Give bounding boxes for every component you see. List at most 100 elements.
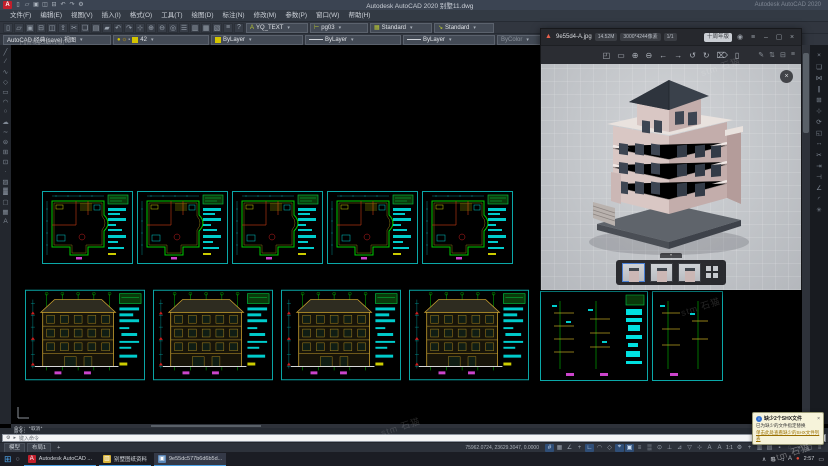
new-layout-tab-button[interactable]: + — [53, 444, 64, 452]
polyline-icon[interactable]: ∿ — [1, 67, 10, 76]
menu-item[interactable]: 工具(T) — [157, 10, 186, 21]
transparency-icon[interactable]: ▒ — [645, 444, 654, 452]
annotation-scale[interactable]: 1:1 — [725, 444, 734, 452]
circle-icon[interactable]: ○ — [1, 107, 10, 116]
edit-icon[interactable]: ✎ — [758, 51, 764, 59]
revcloud-icon[interactable]: ☁ — [1, 117, 10, 126]
layout-tab[interactable]: 布局1 — [27, 443, 51, 453]
menu-item[interactable]: 窗口(W) — [312, 10, 343, 21]
elevation-2[interactable] — [153, 289, 273, 381]
menu-item[interactable]: 格式(O) — [126, 10, 156, 21]
table-style-combo[interactable]: ▦ Standard — [370, 23, 432, 33]
zoom-window-icon[interactable]: ⊖ — [157, 23, 167, 33]
save-as-icon[interactable]: ◫ — [41, 1, 49, 9]
more-icon[interactable]: ≡ — [791, 51, 795, 59]
save-icon[interactable]: ▣ — [32, 1, 40, 9]
viewer-image-area[interactable]: × ▾ — [541, 64, 801, 290]
linetype-combo[interactable]: ByLayer — [305, 35, 401, 45]
menu-item[interactable]: 标注(N) — [219, 10, 249, 21]
task-autocad[interactable]: A Autodesk AutoCAD ... — [24, 453, 96, 466]
copy-icon[interactable]: ❏ — [815, 62, 824, 71]
elevation-4[interactable] — [409, 289, 529, 381]
new-icon[interactable]: ▯ — [3, 23, 13, 33]
erase-icon[interactable]: × — [815, 51, 824, 60]
prev-image-icon[interactable]: ← — [659, 51, 667, 60]
vertical-scrollbar-thumb[interactable] — [803, 53, 809, 133]
floor-plan-5[interactable] — [422, 191, 513, 264]
viewer-minimize-button[interactable]: – — [761, 34, 771, 41]
start-button[interactable]: ⊞ — [4, 454, 12, 465]
preview-icon[interactable]: ◫ — [47, 23, 57, 33]
floor-plan-4[interactable] — [327, 191, 418, 264]
network-icon[interactable]: ⊞ — [770, 456, 775, 463]
mirror-icon[interactable]: ⋈ — [815, 73, 824, 82]
zoom-in-icon[interactable]: ⊕ — [632, 51, 639, 60]
viewer-title-bar[interactable]: ▲ 9e55d4-A.jpg 14.52M3000*4244像素1/1 十周年版… — [541, 29, 801, 45]
tray-up-icon[interactable]: ∧ — [762, 456, 766, 463]
fillet-icon[interactable]: ◜ — [815, 194, 824, 203]
fullscreen-icon[interactable]: ◰ — [603, 51, 611, 60]
notification-link[interactable]: 单击此处查看缺少的SHX文件列表 — [756, 430, 820, 442]
next-image-icon[interactable]: → — [674, 51, 682, 60]
zoom-prev-icon[interactable]: ◎ — [168, 23, 178, 33]
layer-combo[interactable]: ●☼▪ 42 — [113, 35, 209, 45]
viewer-menu-icon[interactable]: ≡ — [748, 34, 758, 41]
menu-item[interactable]: 修改(M) — [250, 10, 281, 21]
menu-item[interactable]: 绘图(D) — [188, 10, 218, 21]
thumbnail-2[interactable] — [650, 263, 673, 282]
array-icon[interactable]: ⊞ — [815, 95, 824, 104]
undo-icon[interactable]: ↶ — [59, 1, 67, 9]
zoom-realtime-icon[interactable]: ⊕ — [146, 23, 156, 33]
grid-icon[interactable]: # — [545, 444, 554, 452]
sort-icon[interactable]: ⇅ — [769, 51, 775, 59]
workspace-gear-icon[interactable]: ⚙ — [735, 444, 744, 452]
volume-icon[interactable]: ◅ — [779, 456, 784, 463]
trim-icon[interactable]: ✂ — [815, 150, 824, 159]
vertical-scrollbar[interactable] — [802, 45, 810, 424]
rotate-icon[interactable]: ⟳ — [815, 117, 824, 126]
match-icon[interactable]: ▰ — [102, 23, 112, 33]
command-input[interactable]: ⚙ ▸ 键入命令 — [2, 434, 826, 442]
xline-icon[interactable]: ⁄ — [1, 57, 10, 66]
notification-close-icon[interactable]: × — [817, 416, 820, 422]
toolpalette-icon[interactable]: ▦ — [201, 23, 211, 33]
user-icon[interactable]: ◉ — [735, 33, 745, 41]
redo-icon[interactable]: ↷ — [68, 1, 76, 9]
point-icon[interactable]: · — [1, 167, 10, 176]
layout-tab[interactable]: 模型 — [4, 443, 25, 453]
make-block-icon[interactable]: ⊡ — [1, 157, 10, 166]
cut-icon[interactable]: ✂ — [69, 23, 79, 33]
thumbnail-1[interactable] — [622, 263, 645, 282]
paste-icon[interactable]: ▤ — [91, 23, 101, 33]
autocad-logo-icon[interactable]: A — [3, 1, 12, 9]
ime-icon[interactable]: A — [788, 456, 792, 463]
text-style-combo[interactable]: A YQ_TEXT — [246, 23, 308, 33]
plot-icon[interactable]: ⊟ — [50, 1, 58, 9]
otrack-icon[interactable]: ⌖ — [615, 444, 624, 452]
arc-icon[interactable]: ◠ — [1, 97, 10, 106]
menu-item[interactable]: 编辑(E) — [36, 10, 66, 21]
undo-icon[interactable]: ↶ — [113, 23, 123, 33]
annot-vis-icon[interactable]: A — [705, 444, 714, 452]
dim-style-combo[interactable]: ⊢ pg03 — [310, 23, 368, 33]
properties-icon[interactable]: ☰ — [179, 23, 189, 33]
elevation-3[interactable] — [281, 289, 401, 381]
delete-icon[interactable]: ⌦ — [717, 51, 728, 60]
customize-wrench-icon[interactable]: ⚙ — [6, 435, 10, 441]
color-combo[interactable]: ByLayer — [211, 35, 303, 45]
action-center-icon[interactable]: ▭ — [818, 456, 824, 463]
osnap-icon[interactable]: ▣ — [625, 444, 634, 452]
image-close-button[interactable]: × — [780, 70, 793, 83]
mtext-icon[interactable]: A — [1, 217, 10, 226]
ducs-icon[interactable]: ⊿ — [675, 444, 684, 452]
mleader-style-combo[interactable]: ↘ Standard — [434, 23, 494, 33]
cycle-icon[interactable]: ⊙ — [655, 444, 664, 452]
thumbnail-3[interactable] — [678, 263, 701, 282]
rotate-right-icon[interactable]: ↻ — [703, 51, 710, 60]
fit-icon[interactable]: ▭ — [617, 51, 625, 60]
polygon-icon[interactable]: ◇ — [1, 77, 10, 86]
task-folder[interactable]: ▥ 别墅图纸资料 — [99, 453, 151, 466]
task-image-viewer[interactable]: ▣ 9e55dc577b6d6b5d... — [154, 453, 226, 466]
autoscale-icon[interactable]: A — [715, 444, 724, 452]
save-icon[interactable]: ▣ — [25, 23, 35, 33]
